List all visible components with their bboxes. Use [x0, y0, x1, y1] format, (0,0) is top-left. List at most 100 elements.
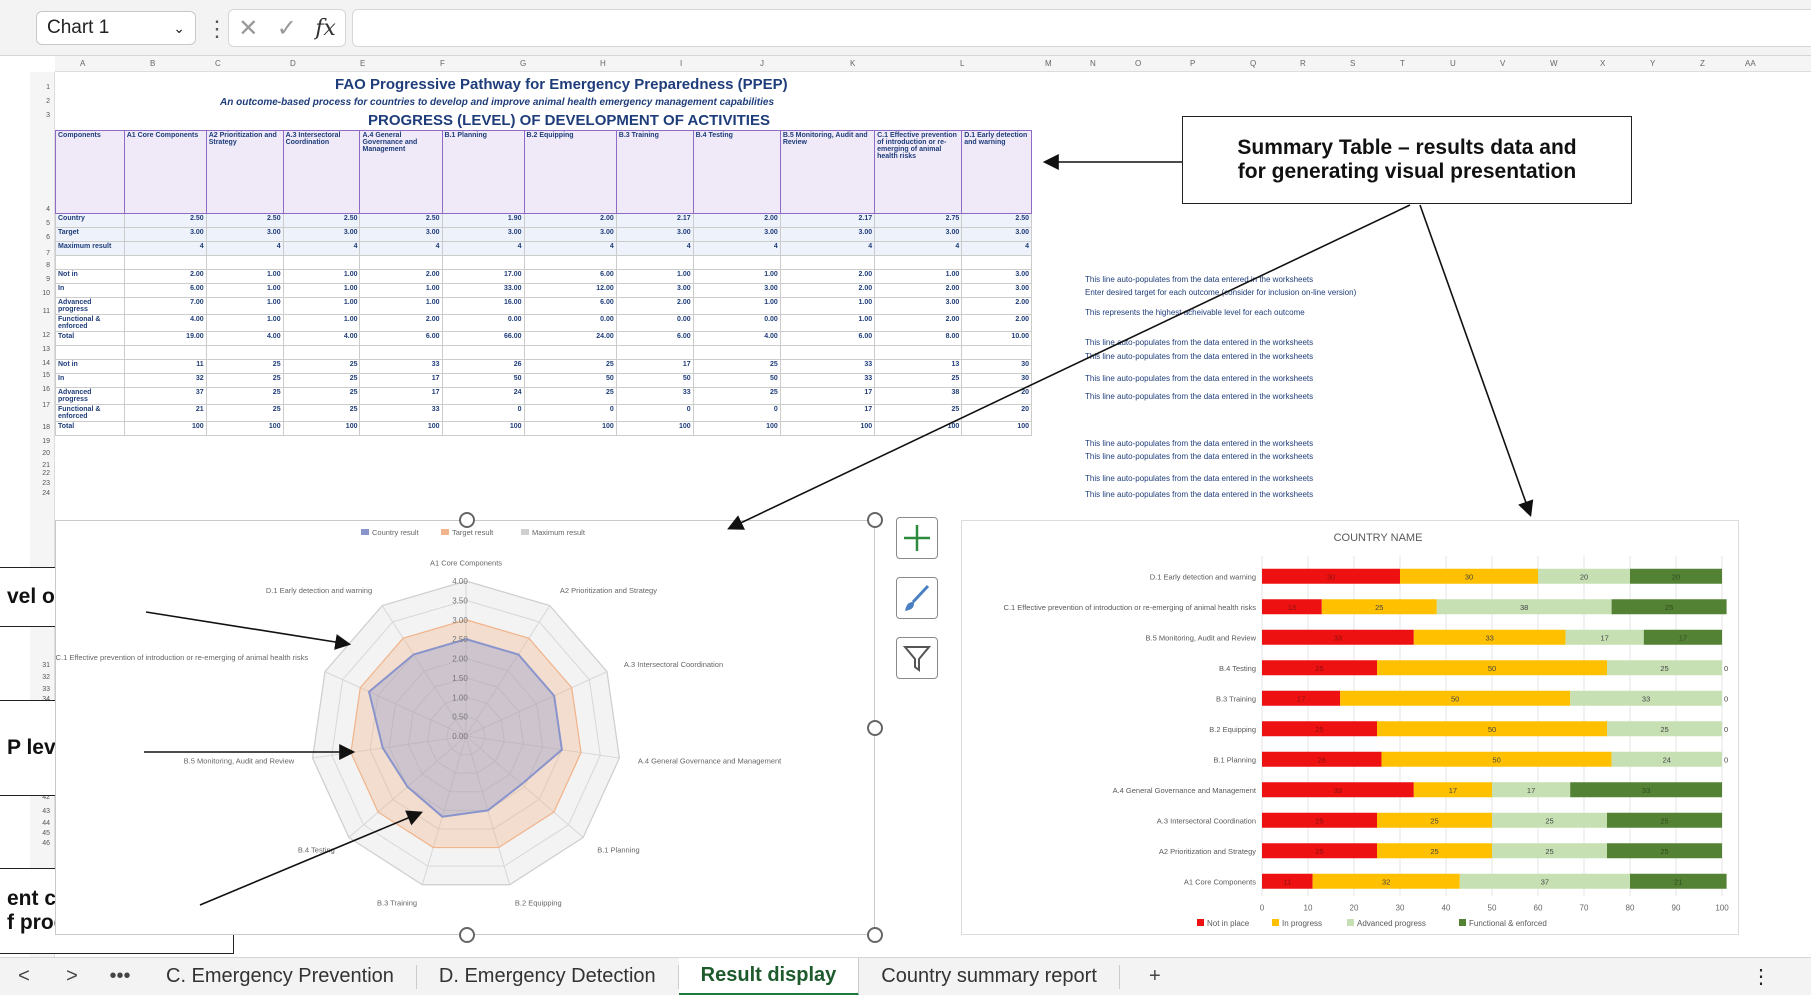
- row-header[interactable]: 45: [42, 830, 50, 837]
- value-cell[interactable]: 100: [359, 421, 443, 436]
- value-cell[interactable]: 4.00: [123, 314, 207, 332]
- row-header[interactable]: 23: [42, 480, 50, 487]
- row-label-cell[interactable]: [55, 255, 125, 270]
- column-header[interactable]: AA: [1745, 59, 1756, 68]
- radar-chart[interactable]: 0.00 0.50 1.00 1.50 2.00 2.50 3.00 3.50 4.00 A1 C…: [55, 520, 875, 935]
- value-cell[interactable]: 100: [282, 421, 361, 436]
- value-cell[interactable]: 3.00: [692, 283, 781, 298]
- column-header[interactable]: U: [1450, 59, 1456, 68]
- value-cell[interactable]: 30: [961, 373, 1032, 388]
- row-label-cell[interactable]: Not in: [55, 359, 125, 374]
- value-cell[interactable]: 1.00: [359, 283, 443, 298]
- value-cell[interactable]: 17: [615, 359, 694, 374]
- value-cell[interactable]: 2.50: [123, 213, 207, 228]
- row-label-cell[interactable]: Total: [55, 331, 125, 346]
- value-cell[interactable]: 16.00: [441, 297, 525, 315]
- value-cell[interactable]: 100: [692, 421, 781, 436]
- column-header[interactable]: H: [600, 59, 606, 68]
- column-header[interactable]: A: [80, 59, 85, 68]
- value-cell[interactable]: 6.00: [359, 331, 443, 346]
- table-header-cell[interactable]: B.3 Training: [615, 130, 694, 214]
- table-header-cell[interactable]: A.4 General Governance and Management: [359, 130, 443, 214]
- table-header-cell[interactable]: A1 Core Components: [123, 130, 207, 214]
- value-cell[interactable]: 2.00: [961, 297, 1032, 315]
- value-cell[interactable]: [779, 345, 876, 360]
- row-label-cell[interactable]: Total: [55, 421, 125, 436]
- column-header[interactable]: C: [215, 59, 221, 68]
- tab-result-display[interactable]: Result display: [678, 957, 860, 995]
- row-label-cell[interactable]: Maximum result: [55, 241, 125, 256]
- value-cell[interactable]: 2.00: [692, 213, 781, 228]
- value-cell[interactable]: 0: [615, 404, 694, 422]
- column-header[interactable]: Q: [1250, 59, 1256, 68]
- value-cell[interactable]: 17: [359, 373, 443, 388]
- value-cell[interactable]: 25: [282, 373, 361, 388]
- value-cell[interactable]: 3.00: [441, 227, 525, 242]
- value-cell[interactable]: 1.00: [205, 314, 284, 332]
- value-cell[interactable]: [615, 255, 694, 270]
- row-header[interactable]: 21: [42, 462, 50, 469]
- value-cell[interactable]: 37: [123, 387, 207, 405]
- resize-handle[interactable]: [867, 927, 883, 943]
- row-header[interactable]: 3: [46, 112, 50, 119]
- row-header[interactable]: 17: [42, 402, 50, 409]
- value-cell[interactable]: [692, 255, 781, 270]
- value-cell[interactable]: 38: [874, 387, 963, 405]
- value-cell[interactable]: [692, 345, 781, 360]
- value-cell[interactable]: 25: [874, 404, 963, 422]
- value-cell[interactable]: 1.00: [282, 297, 361, 315]
- value-cell[interactable]: 30: [961, 359, 1032, 374]
- value-cell[interactable]: 8.00: [874, 331, 963, 346]
- value-cell[interactable]: 1.00: [692, 269, 781, 284]
- value-cell[interactable]: 3.00: [615, 283, 694, 298]
- row-header[interactable]: 22: [42, 470, 50, 477]
- column-header[interactable]: T: [1400, 59, 1405, 68]
- column-header[interactable]: W: [1550, 59, 1558, 68]
- value-cell[interactable]: 4: [359, 241, 443, 256]
- value-cell[interactable]: 33: [359, 404, 443, 422]
- tab-emergency-detection[interactable]: D. Emergency Detection: [417, 964, 679, 989]
- tab-emergency-prevention[interactable]: C. Emergency Prevention: [144, 964, 417, 989]
- column-header[interactable]: L: [960, 59, 964, 68]
- row-header[interactable]: 33: [42, 686, 50, 693]
- value-cell[interactable]: 25: [282, 404, 361, 422]
- value-cell[interactable]: 1.00: [615, 269, 694, 284]
- formula-input[interactable]: [352, 9, 1811, 47]
- row-header[interactable]: 2: [46, 98, 50, 105]
- value-cell[interactable]: [523, 255, 617, 270]
- value-cell[interactable]: [441, 345, 525, 360]
- value-cell[interactable]: [523, 345, 617, 360]
- table-header-cell[interactable]: B.4 Testing: [692, 130, 781, 214]
- value-cell[interactable]: 25: [874, 373, 963, 388]
- value-cell[interactable]: 32: [123, 373, 207, 388]
- value-cell[interactable]: 25: [205, 404, 284, 422]
- value-cell[interactable]: 3.00: [359, 227, 443, 242]
- table-header-cell[interactable]: A2 Prioritization and Strategy: [205, 130, 284, 214]
- value-cell[interactable]: 3.00: [615, 227, 694, 242]
- value-cell[interactable]: [205, 255, 284, 270]
- value-cell[interactable]: 1.00: [779, 297, 876, 315]
- value-cell[interactable]: 2.75: [874, 213, 963, 228]
- table-header-cell[interactable]: B.2 Equipping: [523, 130, 617, 214]
- column-header[interactable]: V: [1500, 59, 1505, 68]
- value-cell[interactable]: 25: [282, 359, 361, 374]
- value-cell[interactable]: 2.17: [615, 213, 694, 228]
- value-cell[interactable]: 1.00: [779, 314, 876, 332]
- row-header[interactable]: 7: [46, 250, 50, 257]
- value-cell[interactable]: 50: [615, 373, 694, 388]
- table-header-cell[interactable]: D.1 Early detection and warning: [961, 130, 1032, 214]
- value-cell[interactable]: 1.90: [441, 213, 525, 228]
- value-cell[interactable]: 2.17: [779, 213, 876, 228]
- column-header[interactable]: M: [1045, 59, 1052, 68]
- value-cell[interactable]: 1.00: [282, 314, 361, 332]
- row-header[interactable]: 15: [42, 372, 50, 379]
- value-cell[interactable]: 100: [523, 421, 617, 436]
- column-header[interactable]: S: [1350, 59, 1355, 68]
- value-cell[interactable]: [123, 345, 207, 360]
- value-cell[interactable]: 25: [692, 387, 781, 405]
- value-cell[interactable]: [615, 345, 694, 360]
- resize-handle[interactable]: [867, 720, 883, 736]
- row-label-cell[interactable]: [55, 345, 125, 360]
- value-cell[interactable]: 2.00: [359, 314, 443, 332]
- value-cell[interactable]: 12.00: [523, 283, 617, 298]
